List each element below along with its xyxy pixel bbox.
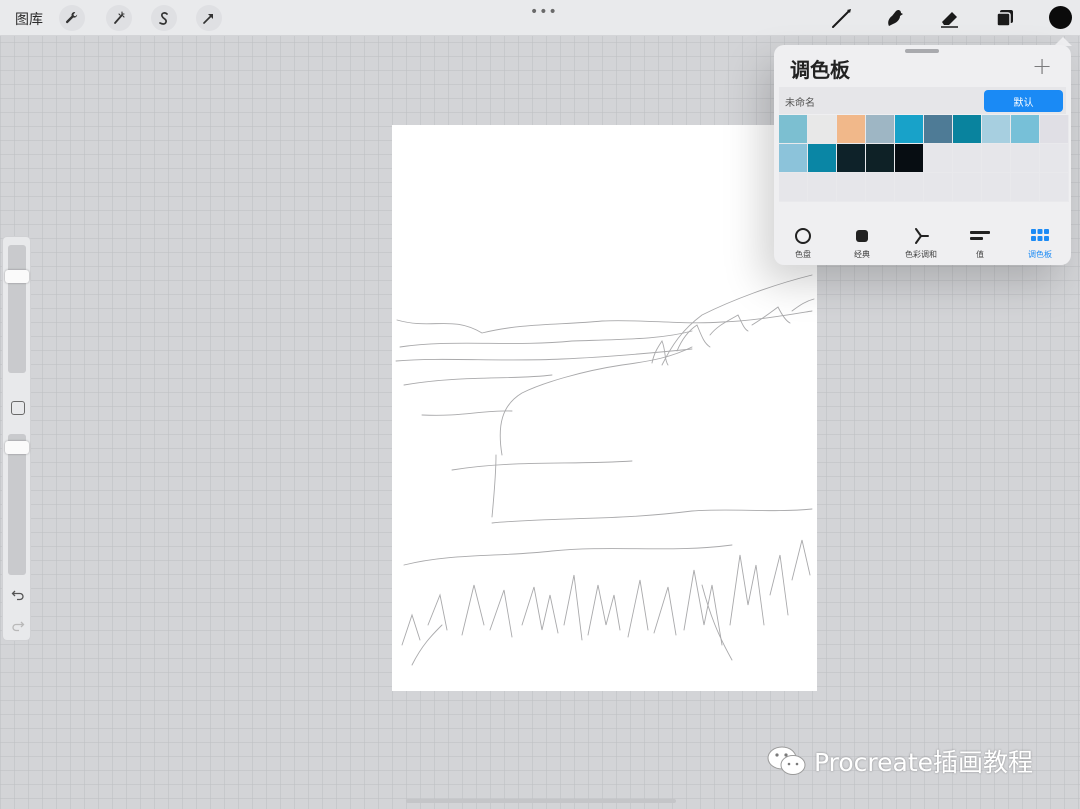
watermark: Procreate插画教程 <box>766 744 1033 778</box>
tab-disc[interactable]: 色盘 <box>774 225 832 260</box>
color-swatch[interactable] <box>1040 173 1069 202</box>
opacity-thumb[interactable] <box>5 441 29 454</box>
drawing-canvas[interactable] <box>392 125 817 691</box>
opacity-slider[interactable] <box>8 434 26 575</box>
color-swatch[interactable] <box>866 144 895 173</box>
tab-value[interactable]: 值 <box>951 225 1009 260</box>
color-mode-tabs: 色盘 经典 色彩调和 值 调色板 <box>774 225 1071 263</box>
color-swatch[interactable] <box>779 115 808 144</box>
wechat-icon <box>767 746 806 775</box>
sliders-icon <box>951 225 1009 247</box>
color-swatch[interactable] <box>1011 115 1040 144</box>
color-swatch[interactable] <box>1011 144 1040 173</box>
palette-name: 未命名 <box>785 98 815 109</box>
tab-label: 调色板 <box>1028 250 1052 259</box>
tab-label: 值 <box>976 250 984 259</box>
tab-harmony[interactable]: 色彩调和 <box>892 225 950 260</box>
color-swatch[interactable] <box>895 115 924 144</box>
panel-grabber[interactable] <box>905 49 939 53</box>
color-swatch[interactable] <box>837 115 866 144</box>
color-swatch[interactable] <box>982 115 1011 144</box>
color-swatch[interactable] <box>808 115 837 144</box>
selection-s-icon[interactable] <box>151 5 177 31</box>
wrench-icon[interactable] <box>59 5 85 31</box>
color-swatch[interactable] <box>837 144 866 173</box>
color-swatch[interactable] <box>779 144 808 173</box>
modify-button[interactable] <box>11 401 25 415</box>
left-sidebar <box>2 236 31 641</box>
color-swatch[interactable] <box>895 173 924 202</box>
color-swatch[interactable] <box>953 173 982 202</box>
watermark-text: Procreate插画教程 <box>814 748 1034 777</box>
more-options-button[interactable]: ••• <box>530 4 558 20</box>
color-swatch[interactable] <box>982 173 1011 202</box>
color-swatch[interactable] <box>924 173 953 202</box>
color-swatch[interactable] <box>924 115 953 144</box>
plus-icon[interactable]: + <box>1032 53 1052 79</box>
square-icon <box>833 225 891 247</box>
brush-icon[interactable] <box>829 5 855 31</box>
undo-icon[interactable] <box>9 587 27 603</box>
tab-label: 色彩调和 <box>905 250 937 259</box>
color-panel: 调色板 + 未命名 默认 色盘 经典 色彩调和 值 调色板 <box>774 45 1071 265</box>
color-swatch[interactable] <box>895 144 924 173</box>
top-toolbar: 图库 ••• <box>0 0 1080 36</box>
brush-size-thumb[interactable] <box>5 270 29 283</box>
disc-icon <box>774 225 832 247</box>
color-swatch[interactable] <box>866 115 895 144</box>
tab-palettes[interactable]: 调色板 <box>1011 225 1069 260</box>
smudge-icon[interactable] <box>882 5 908 31</box>
tab-label: 色盘 <box>795 250 811 259</box>
color-swatch[interactable] <box>1040 115 1069 144</box>
panel-title: 调色板 <box>790 58 850 82</box>
sketch-artwork <box>395 274 815 666</box>
color-swatch[interactable] <box>866 173 895 202</box>
current-color-button[interactable] <box>1049 6 1072 29</box>
color-swatch[interactable] <box>953 144 982 173</box>
color-swatch[interactable] <box>808 144 837 173</box>
color-swatch[interactable] <box>1011 173 1040 202</box>
color-swatch[interactable] <box>779 173 808 202</box>
color-swatch[interactable] <box>808 173 837 202</box>
color-swatch[interactable] <box>924 144 953 173</box>
color-swatch[interactable] <box>953 115 982 144</box>
tab-classic[interactable]: 经典 <box>833 225 891 260</box>
harmony-icon <box>892 225 950 247</box>
default-button[interactable]: 默认 <box>984 90 1063 112</box>
redo-icon[interactable] <box>9 618 27 634</box>
gallery-button[interactable]: 图库 <box>15 9 43 29</box>
eraser-icon[interactable] <box>937 5 963 31</box>
swatch-grid <box>779 115 1069 202</box>
brush-size-slider[interactable] <box>8 245 26 373</box>
magic-wand-icon[interactable] <box>106 5 132 31</box>
home-indicator[interactable] <box>406 799 676 803</box>
color-swatch[interactable] <box>837 173 866 202</box>
arrow-cursor-icon[interactable] <box>196 5 222 31</box>
color-swatch[interactable] <box>982 144 1011 173</box>
color-swatch[interactable] <box>1040 144 1069 173</box>
tab-label: 经典 <box>854 250 870 259</box>
layers-icon[interactable] <box>992 5 1018 31</box>
palette-header[interactable]: 未命名 默认 <box>779 87 1066 114</box>
grid-icon <box>1011 225 1069 247</box>
